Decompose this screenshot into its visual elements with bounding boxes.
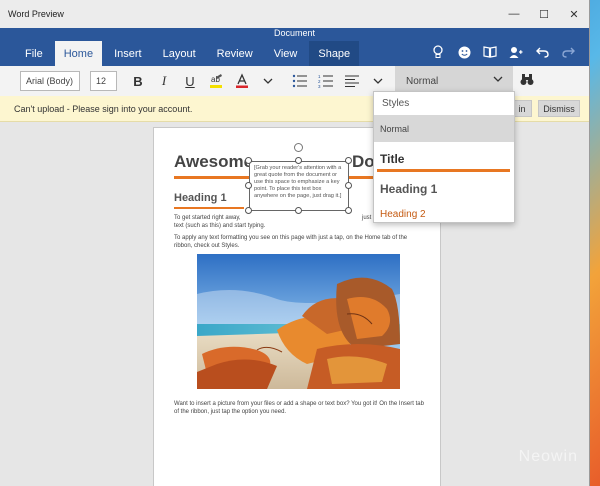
undo-icon[interactable] bbox=[535, 44, 549, 60]
app-name: Word Preview bbox=[8, 9, 64, 19]
maximize-button[interactable]: ☐ bbox=[529, 0, 559, 28]
dismiss-button[interactable]: Dismiss bbox=[538, 100, 580, 117]
smiley-icon[interactable] bbox=[457, 44, 471, 60]
ribbon-right-icons bbox=[431, 44, 575, 60]
tab-file[interactable]: File bbox=[16, 41, 52, 66]
bullet-list-icon bbox=[292, 74, 307, 88]
bold-button[interactable]: B bbox=[125, 70, 151, 92]
tab-view[interactable]: View bbox=[265, 41, 307, 66]
italic-button[interactable]: I bbox=[151, 70, 177, 92]
heading-1-text[interactable]: Heading 1 bbox=[174, 192, 227, 204]
numbered-list-icon: 123 bbox=[318, 74, 333, 88]
ribbon-tabs: File Home Insert Layout Review View Shap… bbox=[0, 41, 362, 66]
more-font-options[interactable] bbox=[255, 70, 281, 92]
style-option-title-wrap[interactable]: Title bbox=[374, 142, 514, 172]
sign-in-button[interactable]: in bbox=[512, 100, 532, 117]
window-controls: — ☐ ✕ bbox=[499, 0, 589, 28]
tab-shape[interactable]: Shape bbox=[309, 41, 360, 66]
style-title-underline bbox=[377, 169, 510, 172]
font-name-box[interactable]: Arial (Body) bbox=[20, 71, 80, 91]
resize-handle-bottom[interactable] bbox=[295, 207, 302, 214]
tab-home[interactable]: Home bbox=[54, 41, 103, 66]
paragraph-3[interactable]: Want to insert a picture from your files… bbox=[174, 400, 429, 416]
style-option-heading-1[interactable]: Heading 1 bbox=[374, 175, 514, 203]
paragraph-1-line-1[interactable]: To get started right away, bbox=[174, 214, 241, 222]
resize-handle-left[interactable] bbox=[245, 182, 252, 189]
heading-underline bbox=[174, 207, 244, 209]
document-title-text[interactable]: Awesome bbox=[174, 152, 253, 172]
bullets-button[interactable] bbox=[287, 70, 313, 92]
warning-message: Can't upload - Please sign into your acc… bbox=[14, 103, 193, 114]
resize-handle-bottom-left[interactable] bbox=[245, 207, 252, 214]
style-option-title[interactable]: Title bbox=[374, 142, 514, 166]
svg-text:3: 3 bbox=[318, 84, 321, 88]
inserted-photo[interactable] bbox=[197, 254, 400, 389]
highlight-button[interactable]: ab bbox=[203, 70, 229, 92]
styles-dropdown: Styles Normal Title Heading 1 Heading 2 bbox=[373, 91, 515, 223]
style-option-heading-2[interactable]: Heading 2 bbox=[374, 203, 514, 225]
highlighter-icon: ab bbox=[210, 74, 222, 88]
book-icon[interactable] bbox=[483, 44, 497, 60]
resize-handle-right[interactable] bbox=[345, 182, 352, 189]
close-button[interactable]: ✕ bbox=[559, 0, 589, 28]
more-paragraph-options[interactable] bbox=[365, 70, 391, 92]
beach-rocks-image bbox=[197, 254, 400, 389]
ribbon-tab-bar: Document File Home Insert Layout Review … bbox=[0, 28, 589, 66]
numbering-button[interactable]: 123 bbox=[313, 70, 339, 92]
style-option-normal[interactable]: Normal bbox=[374, 115, 514, 142]
title-bar: Word Preview — ☐ ✕ bbox=[0, 0, 589, 28]
font-color-button[interactable] bbox=[229, 70, 255, 92]
paragraph-2[interactable]: To apply any text formatting you see on … bbox=[174, 234, 424, 250]
resize-handle-top-left[interactable] bbox=[245, 157, 252, 164]
align-left-icon bbox=[345, 75, 359, 87]
resize-handle-bottom-right[interactable] bbox=[345, 207, 352, 214]
tab-layout[interactable]: Layout bbox=[154, 41, 205, 66]
lightbulb-icon[interactable] bbox=[431, 44, 445, 60]
redo-icon[interactable] bbox=[561, 44, 575, 60]
binoculars-icon bbox=[520, 74, 534, 85]
chevron-down-icon bbox=[493, 74, 503, 85]
quote-text: [Grab your reader's attention with a gre… bbox=[254, 165, 342, 199]
rotate-handle[interactable] bbox=[294, 143, 303, 152]
document-title: Document bbox=[273, 28, 316, 38]
chevron-down-icon bbox=[373, 78, 383, 84]
resize-handle-top[interactable] bbox=[295, 157, 302, 164]
font-color-icon bbox=[236, 73, 248, 88]
paragraph-1-line-2[interactable]: text (such as this) and start typing. bbox=[174, 222, 265, 230]
chevron-down-icon bbox=[263, 78, 273, 84]
neowin-watermark: Neowin bbox=[518, 448, 578, 465]
resize-handle-top-right[interactable] bbox=[345, 157, 352, 164]
underline-button[interactable]: U bbox=[177, 70, 203, 92]
style-select-value: Normal bbox=[406, 75, 439, 87]
align-button[interactable] bbox=[339, 70, 365, 92]
font-size-box[interactable]: 12 bbox=[90, 71, 117, 91]
tab-insert[interactable]: Insert bbox=[105, 41, 151, 66]
share-icon[interactable] bbox=[509, 44, 523, 60]
tab-review[interactable]: Review bbox=[208, 41, 262, 66]
styles-dropdown-header: Styles bbox=[382, 98, 410, 109]
quote-text-box[interactable]: [Grab your reader's attention with a gre… bbox=[249, 161, 349, 211]
minimize-button[interactable]: — bbox=[499, 0, 529, 28]
find-button[interactable] bbox=[520, 73, 534, 89]
